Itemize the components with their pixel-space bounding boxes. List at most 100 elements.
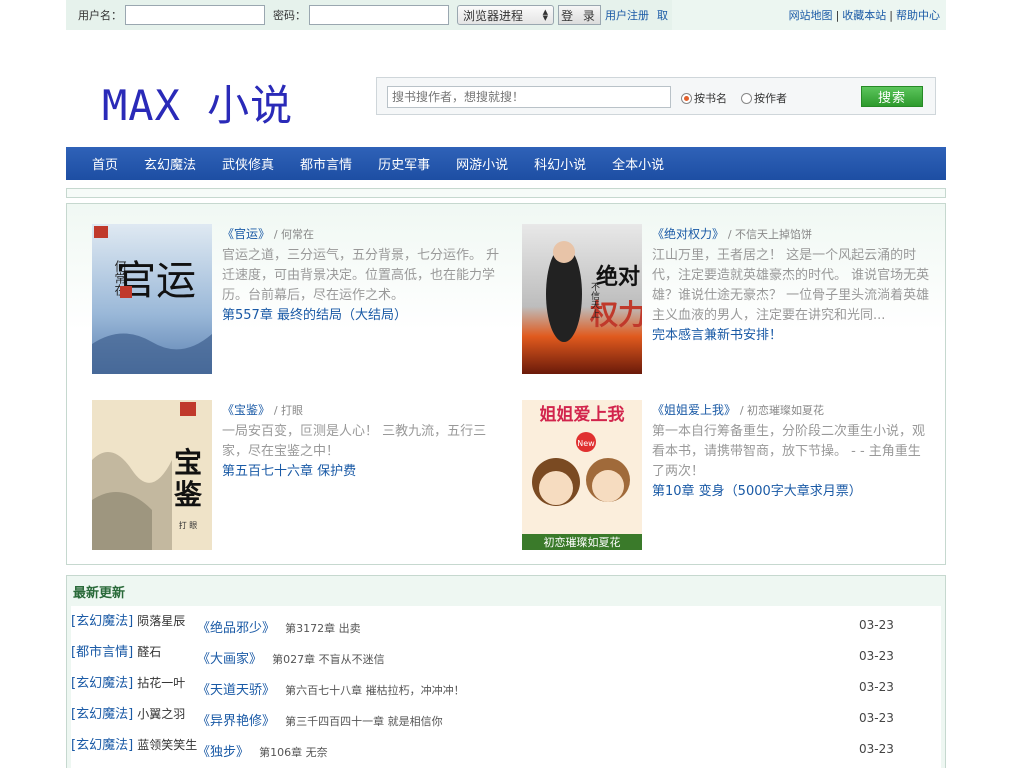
search-by-author-radio[interactable]: 按作者	[741, 90, 787, 106]
nav-scifi[interactable]: 科幻小说	[534, 154, 586, 173]
latest-chapter-link[interactable]: 第557章 最终的结局（大结局）	[222, 308, 407, 323]
list-item: [玄幻魔法] 《天道天骄》 第六百七十八章 摧枯拉朽，冲冲冲！ 拈花一叶 03-…	[71, 672, 941, 703]
chapter-link[interactable]: 第3172章 出卖	[285, 622, 361, 635]
retrieve-link[interactable]: 取	[657, 7, 668, 23]
book-cover[interactable]: 绝对 权力 不信天上	[522, 224, 642, 374]
book-author: / 打眼	[273, 404, 304, 417]
nav-complete[interactable]: 全本小说	[612, 154, 664, 173]
book-description: 官运之道，三分运气，五分背景，七分运作。 升迁速度，可由背景决定。位置高低，也在…	[222, 248, 500, 303]
latest-updates: 最新更新 [玄幻魔法] 《绝品邪少》 第3172章 出卖 陨落星辰 03-23 …	[66, 575, 946, 768]
book-title-link[interactable]: 《独步》	[197, 745, 249, 760]
username-input[interactable]	[125, 5, 265, 25]
book-title-link[interactable]: 《宝鉴》	[222, 403, 270, 417]
separator: |	[889, 8, 893, 22]
book-title-link[interactable]: 《姐姐爱上我》	[652, 403, 736, 417]
site-logo[interactable]: MAX 小说	[102, 72, 293, 133]
nav-game[interactable]: 网游小说	[456, 154, 508, 173]
book-info: 《姐姐爱上我》 / 初恋璀璨如夏花 第一本自行筹备重生，分阶段二次重生小说，观看…	[652, 400, 932, 502]
author-link[interactable]: 陨落星辰	[137, 614, 185, 628]
search-button[interactable]: 搜索	[861, 86, 923, 107]
book-author: / 何常在	[273, 228, 315, 241]
chapter-link[interactable]: 第六百七十八章 摧枯拉朽，冲冲冲！	[285, 684, 465, 697]
list-item: [玄幻魔法] 《异界艳修》 第三千四百四十一章 就是相信你 小翼之羽 03-23	[71, 703, 941, 734]
book-title-link[interactable]: 《异界艳修》	[197, 714, 275, 729]
update-date: 03-23	[859, 711, 894, 725]
book-author: / 不信天上掉馅饼	[727, 228, 813, 241]
help-link[interactable]: 帮助中心	[896, 7, 940, 23]
svg-text:鉴: 鉴	[173, 478, 203, 511]
category-link[interactable]: [玄幻魔法]	[71, 614, 133, 629]
chapter-link[interactable]: 第106章 无奈	[259, 746, 328, 759]
book-title-link[interactable]: 《绝品邪少》	[197, 621, 275, 636]
latest-chapter-link[interactable]: 第五百七十六章 保护费	[222, 464, 356, 479]
featured-book: 绝对 权力 不信天上 《绝对权力》 / 不信天上掉馅饼 江山万里，王者居之！ 这…	[522, 224, 942, 374]
update-date: 03-23	[859, 742, 894, 756]
book-cover[interactable]: 何常在 官运	[92, 224, 212, 374]
nav-home[interactable]: 首页	[92, 154, 118, 173]
book-author: / 初恋璀璨如夏花	[739, 404, 825, 417]
search-box: 按书名 按作者 搜索	[376, 77, 936, 115]
list-item: [玄幻魔法] 《绝品邪少》 第3172章 出卖 陨落星辰 03-23	[71, 610, 941, 641]
update-date: 03-23	[859, 618, 894, 632]
svg-text:姐姐爱上我: 姐姐爱上我	[540, 404, 625, 425]
top-bar: 用户名： 密码： 浏览器进程 ▲ ▼ 登 录 用户注册 取 网站地图 | 收藏本站…	[66, 0, 946, 30]
chapter-link[interactable]: 第三千四百四十一章 就是相信你	[285, 715, 443, 728]
category-link[interactable]: [玄幻魔法]	[71, 676, 133, 691]
latest-chapter-link[interactable]: 完本感言兼新书安排！	[652, 328, 782, 343]
sitemap-link[interactable]: 网站地图	[789, 7, 833, 23]
book-cover[interactable]: 姐姐爱上我 New 初恋璀璨如夏花	[522, 400, 642, 550]
category-link[interactable]: [玄幻魔法]	[71, 707, 133, 722]
author-link[interactable]: 蓝领笑笑生	[137, 738, 197, 752]
nav-urban[interactable]: 都市言情	[300, 154, 352, 173]
username-label: 用户名：	[78, 9, 122, 22]
search-input[interactable]	[387, 86, 671, 108]
svg-text:打 眼: 打 眼	[179, 520, 198, 530]
latest-chapter-link[interactable]: 第10章 变身（5000字大章求月票）	[652, 484, 862, 499]
main-nav: 首页 玄幻魔法 武侠修真 都市言情 历史军事 网游小说 科幻小说 全本小说	[66, 147, 946, 180]
book-title-link[interactable]: 《官运》	[222, 227, 270, 241]
author-link[interactable]: 醛石	[137, 645, 161, 659]
password-input[interactable]	[309, 5, 449, 25]
sub-nav-bar	[66, 188, 946, 198]
featured-book: 何常在 官运 《官运》 / 何常在 官运之道，三分运气，五分背景，七分运作。 升…	[92, 224, 512, 374]
svg-text:初恋璀璨如夏花: 初恋璀璨如夏花	[544, 535, 621, 549]
select-arrows-icon: ▲ ▼	[542, 8, 548, 22]
search-by-author-label: 按作者	[754, 92, 787, 105]
svg-text:宝: 宝	[174, 446, 202, 479]
top-links: 网站地图 | 收藏本站 | 帮助中心	[789, 0, 940, 30]
author-link[interactable]: 拈花一叶	[137, 676, 185, 690]
update-date: 03-23	[859, 680, 894, 694]
list-item: [玄幻魔法] 《独步》 第106章 无奈 蓝领笑笑生 03-23	[71, 734, 941, 765]
category-link[interactable]: [都市言情]	[71, 645, 133, 660]
separator: |	[835, 8, 840, 22]
password-label: 密码：	[273, 9, 306, 22]
session-select-value: 浏览器进程	[463, 8, 524, 23]
radio-checked-icon	[681, 92, 692, 104]
chapter-link[interactable]: 第027章 不盲从不迷信	[272, 653, 385, 666]
book-info: 《宝鉴》 / 打眼 一局安百变，叵测是人心！ 三教九流，五行三家，尽在宝鉴之中！…	[222, 400, 502, 482]
login-button[interactable]: 登 录	[558, 5, 601, 25]
latest-updates-list: [玄幻魔法] 《绝品邪少》 第3172章 出卖 陨落星辰 03-23 [都市言情…	[71, 606, 941, 768]
search-by-title-label: 按书名	[694, 92, 727, 105]
latest-updates-heading: 最新更新	[73, 585, 126, 601]
book-cover[interactable]: 宝 鉴 打 眼	[92, 400, 212, 550]
register-link[interactable]: 用户注册	[605, 7, 649, 23]
bookmark-link[interactable]: 收藏本站	[842, 7, 886, 23]
nav-wuxia[interactable]: 武侠修真	[222, 154, 274, 173]
svg-text:绝对: 绝对	[596, 264, 640, 290]
search-by-title-radio[interactable]: 按书名	[681, 90, 727, 106]
nav-fantasy[interactable]: 玄幻魔法	[144, 154, 196, 173]
author-link[interactable]: 小翼之羽	[137, 707, 185, 721]
book-description: 一局安百变，叵测是人心！ 三教九流，五行三家，尽在宝鉴之中！	[222, 424, 487, 459]
featured-books: 何常在 官运 《官运》 / 何常在 官运之道，三分运气，五分背景，七分运作。 升…	[66, 203, 946, 565]
book-title-link[interactable]: 《绝对权力》	[652, 227, 724, 241]
svg-text:New: New	[577, 439, 595, 448]
book-description: 第一本自行筹备重生，分阶段二次重生小说，观看本书，请携带智商，放下节操。 - -…	[652, 424, 926, 479]
category-link[interactable]: [玄幻魔法]	[71, 738, 133, 753]
session-select[interactable]: 浏览器进程 ▲ ▼	[457, 5, 554, 25]
book-title-link[interactable]: 《天道天骄》	[197, 683, 275, 698]
book-title-link[interactable]: 《大画家》	[197, 652, 262, 667]
nav-history[interactable]: 历史军事	[378, 154, 430, 173]
featured-book: 宝 鉴 打 眼 《宝鉴》 / 打眼 一局安百变，叵测是人心！ 三教九流，五行三家…	[92, 400, 512, 550]
radio-unchecked-icon	[741, 92, 752, 104]
